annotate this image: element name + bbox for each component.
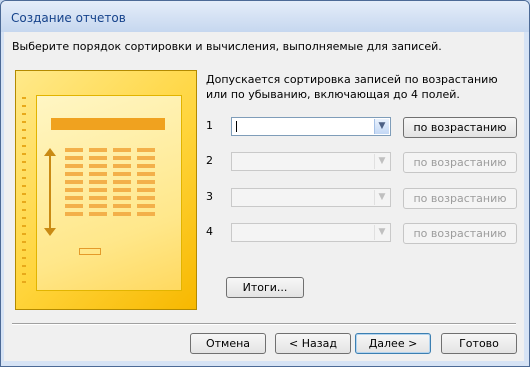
sort-field-1-combobox[interactable]: ▼ bbox=[231, 117, 391, 136]
summary-options-button[interactable]: Итоги... bbox=[226, 277, 304, 298]
illustration-binding bbox=[22, 97, 26, 287]
sort-row-number: 4 bbox=[206, 225, 213, 238]
cancel-button[interactable]: Отмена bbox=[190, 333, 266, 354]
chevron-down-icon[interactable]: ▼ bbox=[374, 154, 389, 169]
sort-order-2-button[interactable]: по возрастанию bbox=[403, 152, 517, 173]
chevron-down-icon[interactable]: ▼ bbox=[374, 119, 389, 134]
sort-row-number: 2 bbox=[206, 154, 213, 167]
footer-separator bbox=[12, 323, 516, 325]
sort-row-number: 1 bbox=[206, 119, 213, 132]
illustration-column bbox=[65, 148, 83, 224]
illustration-page bbox=[36, 95, 182, 291]
sort-order-1-button[interactable]: по возрастанию bbox=[403, 117, 517, 138]
illustration-header-bar bbox=[51, 118, 165, 130]
sort-field-4-combobox[interactable]: ▼ bbox=[231, 223, 391, 242]
report-illustration bbox=[15, 70, 197, 310]
sort-order-3-button[interactable]: по возрастанию bbox=[403, 188, 517, 209]
sort-arrow-shaft bbox=[49, 154, 51, 230]
text-cursor bbox=[236, 121, 237, 132]
illustration-column bbox=[137, 148, 155, 224]
sort-description: Допускается сортировка записей по возрас… bbox=[206, 73, 498, 101]
illustration-column bbox=[89, 148, 107, 224]
illustration-summary-box bbox=[79, 248, 101, 255]
sort-field-3-combobox[interactable]: ▼ bbox=[231, 188, 391, 207]
back-button[interactable]: < Назад bbox=[275, 333, 351, 354]
chevron-down-icon[interactable]: ▼ bbox=[374, 190, 389, 205]
report-wizard-window: Создание отчетов Выберите порядок сортир… bbox=[0, 0, 530, 367]
window-title: Создание отчетов bbox=[11, 11, 126, 25]
illustration-column bbox=[113, 148, 131, 224]
sort-order-4-button[interactable]: по возрастанию bbox=[403, 223, 517, 244]
instruction-text: Выберите порядок сортировки и вычисления… bbox=[12, 40, 442, 53]
wizard-body: Выберите порядок сортировки и вычисления… bbox=[4, 32, 524, 361]
sort-arrow-down-icon bbox=[44, 228, 56, 236]
next-button[interactable]: Далее > bbox=[355, 333, 431, 354]
sort-row-number: 3 bbox=[206, 190, 213, 203]
finish-button[interactable]: Готово bbox=[441, 333, 517, 354]
sort-field-2-combobox[interactable]: ▼ bbox=[231, 152, 391, 171]
chevron-down-icon[interactable]: ▼ bbox=[374, 225, 389, 240]
title-bar[interactable]: Создание отчетов bbox=[1, 1, 529, 32]
